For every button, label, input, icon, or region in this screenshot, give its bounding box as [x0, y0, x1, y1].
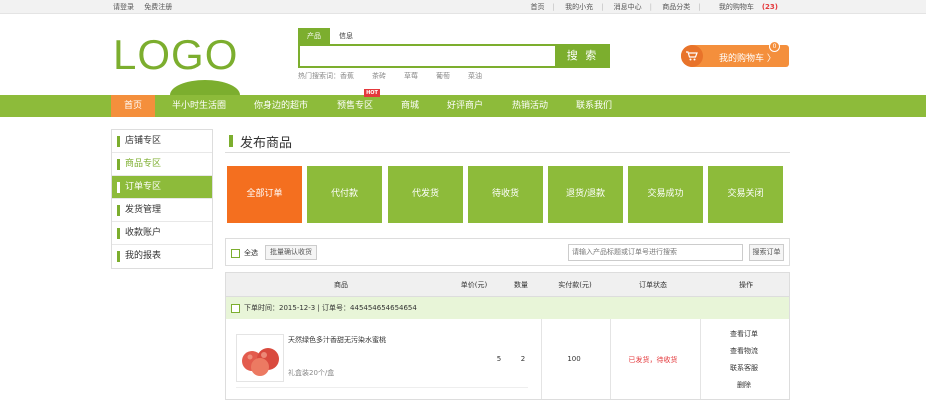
nav-item-presale[interactable]: 预售专区 — [327, 95, 383, 117]
col-actions: 操作 — [739, 281, 753, 289]
top-bar-right: 首页 | 我的小充 | 消息中心 | 商品分类 | 我的购物车 (23) — [530, 3, 778, 11]
nav-item-home[interactable]: 首页 — [111, 95, 155, 117]
hot-badge: HOT — [364, 89, 380, 97]
hot-word[interactable]: 草莓 — [404, 72, 418, 80]
delete-link[interactable]: 删除 — [714, 380, 774, 390]
page-title: 发布商品 — [240, 136, 293, 151]
row-divider — [236, 387, 528, 388]
top-link-categories[interactable]: 商品分类 — [662, 3, 690, 11]
contact-service-link[interactable]: 联系客服 — [714, 363, 774, 373]
tab-pending-receipt[interactable]: 待收货 — [468, 166, 543, 223]
cart-label: 我的购物车 〉 — [719, 54, 776, 64]
search-tabs: 产品 信息 — [298, 28, 362, 44]
sidebar: 店铺专区 商品专区 订单专区 发货管理 收款账户 我的报表 — [111, 129, 213, 269]
paid-amount: 100 — [567, 355, 581, 363]
product-name[interactable]: 天然绿色多汁香甜无污染水蜜桃 — [288, 335, 386, 345]
col-status: 订单状态 — [639, 281, 667, 289]
select-all[interactable]: 全选 — [231, 248, 258, 258]
hot-search-label: 热门搜索词： — [298, 72, 340, 80]
order-toolbar: 全选 批量确认收货 请输入产品标题或订单号进行搜索 搜索订单 — [225, 238, 790, 266]
column-divider — [610, 319, 611, 399]
table-row: 天然绿色多汁香甜无污染水蜜桃 礼盒装20个/盒 5 2 100 已发货，待收货 … — [226, 319, 789, 399]
title-divider — [225, 152, 790, 153]
sidebar-item-orders[interactable]: 订单专区 — [112, 176, 212, 199]
unit-price: 5 — [496, 355, 502, 363]
order-info: 下单时间：2015-12-3 | 订单号：445454654654654 — [244, 304, 417, 312]
cart-badge: 0 — [769, 41, 780, 52]
shopping-cart-icon — [686, 51, 698, 61]
top-link-messages[interactable]: 消息中心 — [614, 3, 642, 11]
search-tab-products[interactable]: 产品 — [298, 28, 330, 44]
col-quantity: 数量 — [514, 281, 528, 289]
select-all-checkbox[interactable] — [231, 248, 240, 258]
col-unit-price: 单价(元) — [460, 281, 488, 289]
main-nav: 首页 半小时生活圈 你身边的超市 预售专区 商城 好评商户 热销活动 联系我们 — [0, 95, 926, 117]
nav-item-hot-events[interactable]: 热销活动 — [503, 95, 557, 117]
top-bar: 请登录 免费注册 首页 | 我的小充 | 消息中心 | 商品分类 | 我的购物车 (23) — [0, 0, 926, 14]
column-divider — [541, 319, 542, 399]
peach-icon — [242, 348, 279, 376]
login-link[interactable]: 请登录 — [113, 3, 134, 11]
nav-item-supermarket[interactable]: 你身边的超市 — [245, 95, 317, 117]
order-checkbox[interactable] — [231, 304, 240, 313]
nav-item-top-rated[interactable]: 好评商户 — [439, 95, 491, 117]
hot-word[interactable]: 葡萄 — [436, 72, 450, 80]
sidebar-item-products[interactable]: 商品专区 — [112, 153, 212, 176]
tab-closed[interactable]: 交易关闭 — [708, 166, 783, 223]
nav-item-contact[interactable]: 联系我们 — [567, 95, 621, 117]
product-spec: 礼盒装20个/盒 — [288, 369, 335, 377]
cart-icon-wrap — [681, 45, 703, 67]
hot-word[interactable]: 茶砖 — [372, 72, 386, 80]
top-bar-left: 请登录 免费注册 — [113, 2, 180, 12]
select-all-label: 全选 — [244, 249, 258, 257]
top-link-cart-label: 我的购物车 — [718, 3, 754, 11]
quantity: 2 — [520, 355, 526, 363]
hot-word[interactable]: 香蕉 — [340, 72, 354, 80]
tab-returns-refunds[interactable]: 退货/退款 — [548, 166, 623, 223]
sidebar-item-shipping[interactable]: 发货管理 — [112, 199, 212, 222]
batch-confirm-button[interactable]: 批量确认收货 — [265, 245, 317, 260]
tab-completed[interactable]: 交易成功 — [628, 166, 703, 223]
order-search-button[interactable]: 搜索订单 — [749, 244, 784, 261]
col-paid: 实付款(元) — [558, 281, 592, 289]
title-accent — [229, 135, 233, 147]
register-link[interactable]: 免费注册 — [144, 3, 172, 11]
hot-word[interactable]: 菜油 — [468, 72, 482, 80]
top-link-home[interactable]: 首页 — [530, 3, 544, 11]
search-tab-info[interactable]: 信息 — [330, 28, 362, 44]
search-button[interactable]: 搜 索 — [555, 44, 610, 68]
top-link-cart[interactable]: 我的购物车 (23) — [711, 3, 778, 11]
col-product: 商品 — [334, 281, 348, 289]
view-order-link[interactable]: 查看订单 — [714, 329, 774, 339]
sidebar-item-payment-account[interactable]: 收款账户 — [112, 222, 212, 245]
order-search-input[interactable]: 请输入产品标题或订单号进行搜索 — [568, 244, 743, 261]
tab-pending-shipment[interactable]: 代发货 — [388, 166, 463, 223]
product-thumbnail[interactable] — [236, 334, 284, 382]
order-table: 商品 单价(元) 数量 实付款(元) 订单状态 操作 下单时间：2015-12-… — [225, 272, 790, 400]
nav-item-half-hour[interactable]: 半小时生活圈 — [163, 95, 235, 117]
top-link-account[interactable]: 我的小充 — [565, 3, 593, 11]
sidebar-item-shop[interactable]: 店铺专区 — [112, 130, 212, 153]
view-logistics-link[interactable]: 查看物流 — [714, 346, 774, 356]
table-header: 商品 单价(元) 数量 实付款(元) 订单状态 操作 — [226, 273, 789, 297]
column-divider — [700, 319, 701, 399]
tab-all-orders[interactable]: 全部订单 — [227, 166, 302, 223]
hot-search-words: 热门搜索词：香蕉 茶砖 草莓 葡萄 菜油 — [298, 71, 500, 81]
site-logo[interactable]: LOGO — [113, 31, 238, 79]
sidebar-item-reports[interactable]: 我的报表 — [112, 245, 212, 268]
order-status: 已发货，待收货 — [628, 356, 678, 364]
cart-count: (23) — [761, 3, 778, 11]
order-header-row: 下单时间：2015-12-3 | 订单号：445454654654654 — [226, 297, 789, 319]
nav-item-mall[interactable]: 商城 — [393, 95, 427, 117]
tab-pending-payment[interactable]: 代付款 — [307, 166, 382, 223]
